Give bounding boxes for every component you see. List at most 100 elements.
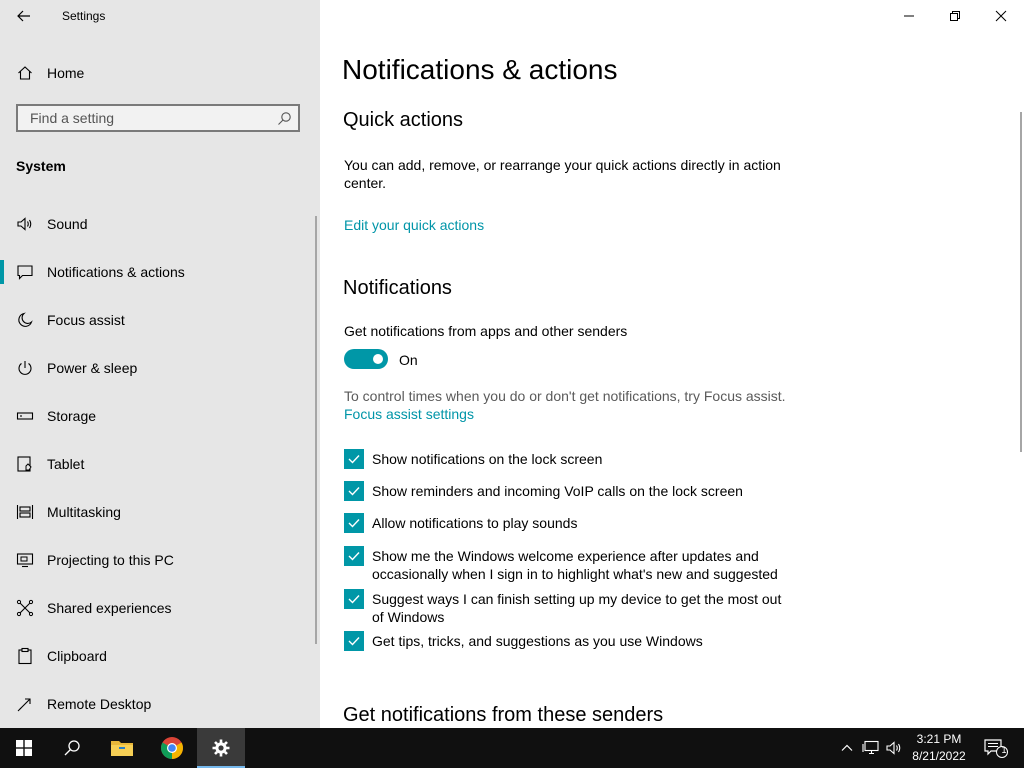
home-icon (16, 64, 34, 82)
projecting-icon (16, 551, 34, 569)
sidebar-item-label: Sound (47, 216, 88, 232)
show-hidden-icons-button[interactable] (837, 738, 857, 758)
restore-icon (950, 11, 960, 21)
back-arrow-icon (17, 10, 30, 22)
focus-assist-hint: To control times when you do or don't ge… (344, 388, 786, 404)
checkbox-checked[interactable] (344, 481, 364, 501)
settings-taskbar-button[interactable] (197, 728, 245, 768)
checkbox-checked[interactable] (344, 546, 364, 566)
main-scrollbar[interactable] (1020, 112, 1022, 452)
sidebar-item-shared-experiences[interactable]: Shared experiences (0, 584, 320, 632)
checkbox-suggest-setup[interactable]: Suggest ways I can finish setting up my … (344, 589, 792, 626)
checkbox-label: Get tips, tricks, and suggestions as you… (372, 633, 703, 649)
toggle-state-label: On (399, 352, 418, 368)
search-input[interactable] (28, 109, 272, 127)
chevron-up-icon (841, 744, 853, 751)
notification-count-badge: 1 (1001, 745, 1007, 755)
sidebar-item-multitasking[interactable]: Multitasking (0, 488, 320, 536)
close-button[interactable] (978, 0, 1024, 32)
network-button[interactable] (861, 738, 881, 758)
sidebar-item-storage[interactable]: Storage (0, 392, 320, 440)
sidebar-scrollbar[interactable] (315, 216, 317, 644)
quick-actions-description: You can add, remove, or rearrange your q… (344, 157, 781, 191)
get-notifications-label: Get notifications from apps and other se… (344, 323, 628, 339)
page-title: Notifications & actions (342, 54, 618, 85)
toggle-knob (373, 354, 383, 364)
focus-assist-settings-link[interactable]: Focus assist settings (344, 406, 474, 422)
speaker-icon (16, 215, 34, 233)
taskbar-search-button[interactable] (48, 728, 96, 768)
checkmark-icon (348, 519, 360, 528)
edit-quick-actions-link[interactable]: Edit your quick actions (344, 217, 484, 233)
senders-heading: Get notifications from these senders (343, 704, 664, 726)
folder-icon (111, 741, 133, 756)
action-center-button[interactable]: 1 (982, 738, 1010, 758)
clock-date: 8/21/2022 (912, 749, 966, 763)
checkbox-welcome-experience[interactable]: Show me the Windows welcome experience a… (344, 546, 792, 583)
checkbox-checked[interactable] (344, 449, 364, 469)
sidebar-item-label: Projecting to this PC (47, 552, 174, 568)
sidebar-item-notifications-actions[interactable]: Notifications & actions (0, 248, 320, 296)
checkbox-label: Show notifications on the lock screen (372, 451, 603, 467)
sidebar-item-label: Multitasking (47, 504, 121, 520)
checkbox-tips-tricks[interactable]: Get tips, tricks, and suggestions as you… (344, 631, 792, 651)
window-controls (886, 0, 1024, 32)
main-content: Notifications & actions Quick actions Yo… (320, 0, 1024, 728)
sidebar-item-label: Tablet (47, 456, 85, 472)
checkmark-icon (348, 595, 360, 604)
sidebar-item-label: Storage (47, 408, 97, 424)
power-icon (16, 359, 34, 377)
sidebar-item-sound[interactable]: Sound (0, 200, 320, 248)
checkbox-voip-reminders[interactable]: Show reminders and incoming VoIP calls o… (344, 481, 792, 501)
sidebar-item-label: Shared experiences (47, 600, 172, 616)
clock-time: 3:21 PM (916, 732, 962, 746)
sidebar-item-home[interactable]: Home (0, 58, 320, 88)
sidebar-item-focus-assist[interactable]: Focus assist (0, 296, 320, 344)
search-icon[interactable] (276, 111, 292, 127)
sidebar-nav: Sound Notifications & actions Focus assi… (0, 200, 320, 728)
notification-icon (16, 263, 34, 281)
notifications-heading: Notifications (343, 277, 452, 299)
chrome-icon (161, 737, 183, 759)
windows-logo-icon (16, 740, 32, 756)
multitasking-icon (16, 503, 34, 521)
sidebar-item-label: Clipboard (47, 648, 107, 664)
restore-button[interactable] (932, 0, 978, 32)
shared-experiences-icon (16, 599, 34, 617)
checkbox-lock-screen[interactable]: Show notifications on the lock screen (344, 449, 792, 469)
checkbox-checked[interactable] (344, 513, 364, 533)
clipboard-icon (16, 647, 34, 665)
close-icon (995, 10, 1007, 22)
checkbox-checked[interactable] (344, 631, 364, 651)
sidebar-item-label: Notifications & actions (47, 264, 185, 280)
storage-icon (16, 407, 34, 425)
app-title: Settings (62, 9, 106, 23)
checkbox-checked[interactable] (344, 589, 364, 609)
gear-icon (212, 739, 230, 757)
sidebar-item-label: Remote Desktop (47, 696, 152, 712)
sidebar-item-label: Power & sleep (47, 360, 138, 376)
checkmark-icon (348, 552, 360, 561)
chrome-button[interactable] (148, 728, 196, 768)
taskbar: 3:21 PM 8/21/2022 1 (0, 728, 1024, 768)
quick-actions-heading: Quick actions (343, 109, 464, 131)
checkbox-play-sounds[interactable]: Allow notifications to play sounds (344, 513, 792, 533)
back-button[interactable] (14, 6, 34, 26)
remote-desktop-icon (16, 695, 34, 713)
sidebar-item-clipboard[interactable]: Clipboard (0, 632, 320, 680)
notifications-toggle[interactable] (344, 349, 388, 369)
checkbox-label: Suggest ways I can finish setting up my … (372, 591, 782, 625)
home-label: Home (47, 65, 85, 81)
checkmark-icon (348, 637, 360, 646)
sidebar-item-projecting[interactable]: Projecting to this PC (0, 536, 320, 584)
taskbar-clock[interactable]: 3:21 PM 8/21/2022 (900, 731, 978, 765)
moon-icon (16, 311, 34, 329)
sidebar-item-remote-desktop[interactable]: Remote Desktop (0, 680, 320, 728)
file-explorer-button[interactable] (98, 728, 146, 768)
minimize-button[interactable] (886, 0, 932, 32)
sidebar-item-power-sleep[interactable]: Power & sleep (0, 344, 320, 392)
start-button[interactable] (0, 728, 48, 768)
sidebar-item-tablet[interactable]: Tablet (0, 440, 320, 488)
tablet-icon (16, 455, 34, 473)
checkbox-label: Show reminders and incoming VoIP calls o… (372, 483, 743, 499)
